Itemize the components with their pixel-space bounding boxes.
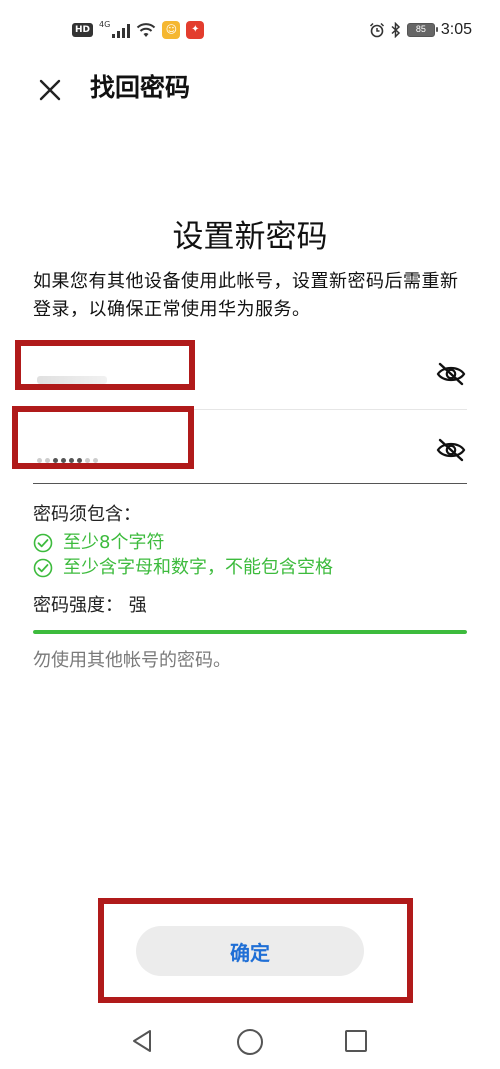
- password-value-mask: [37, 376, 107, 384]
- strength-label: 密码强度：: [33, 595, 123, 616]
- check-circle-icon: [33, 558, 53, 578]
- bluetooth-icon: [391, 22, 400, 38]
- status-left: HD 4G ☺ ✦: [72, 19, 205, 40]
- password-strength: 密码强度： 强: [33, 593, 147, 619]
- strength-bar-fill: [33, 630, 467, 634]
- back-icon[interactable]: [130, 1028, 154, 1054]
- recent-apps-icon[interactable]: [345, 1030, 367, 1052]
- strength-value: 强: [128, 595, 147, 616]
- hint-text: 勿使用其他帐号的密码。: [33, 650, 231, 671]
- confirm-button[interactable]: 确定: [136, 926, 364, 976]
- home-icon[interactable]: [237, 1029, 263, 1055]
- alarm-icon: [369, 22, 384, 38]
- close-icon: [39, 79, 61, 101]
- eye-off-icon: [436, 362, 466, 386]
- status-bar: HD 4G ☺ ✦ 85 3:05: [0, 0, 500, 58]
- requirement-text: 至少8个字符: [63, 532, 165, 553]
- status-right: 85 3:05: [369, 19, 472, 41]
- network-type: 4G: [99, 19, 111, 29]
- app-notification-icon: ☺: [162, 21, 181, 39]
- check-circle-icon: [33, 533, 53, 553]
- battery-icon: 85: [406, 23, 438, 37]
- password-dots: [37, 458, 98, 463]
- app-notification-icon: ✦: [186, 21, 205, 39]
- signal-icon: [112, 22, 131, 38]
- toggle-visibility-button[interactable]: [435, 434, 467, 466]
- new-password-field[interactable]: [33, 336, 467, 410]
- wifi-icon: [137, 23, 156, 37]
- eye-off-icon: [436, 438, 466, 462]
- description-text: 如果您有其他设备使用此帐号，设置新密码后需重新登录，以确保正常使用华为服务。: [33, 271, 459, 320]
- requirement-text: 至少含字母和数字，不能包含空格: [63, 557, 333, 578]
- system-nav-bar: [0, 1012, 500, 1069]
- requirements-title: 密码须包含：: [33, 504, 141, 525]
- clock: 3:05: [440, 21, 472, 38]
- confirm-password-field[interactable]: [33, 410, 467, 484]
- header-title: 找回密码: [90, 73, 191, 102]
- requirement-item: 至少8个字符: [33, 530, 164, 556]
- close-button[interactable]: [32, 72, 68, 108]
- strength-bar: [33, 630, 467, 634]
- page-title: 设置新密码: [172, 219, 328, 255]
- battery-level: 85: [415, 24, 426, 34]
- requirement-item: 至少含字母和数字，不能包含空格: [33, 555, 333, 581]
- hd-badge: HD: [72, 23, 94, 37]
- toggle-visibility-button[interactable]: [435, 358, 467, 390]
